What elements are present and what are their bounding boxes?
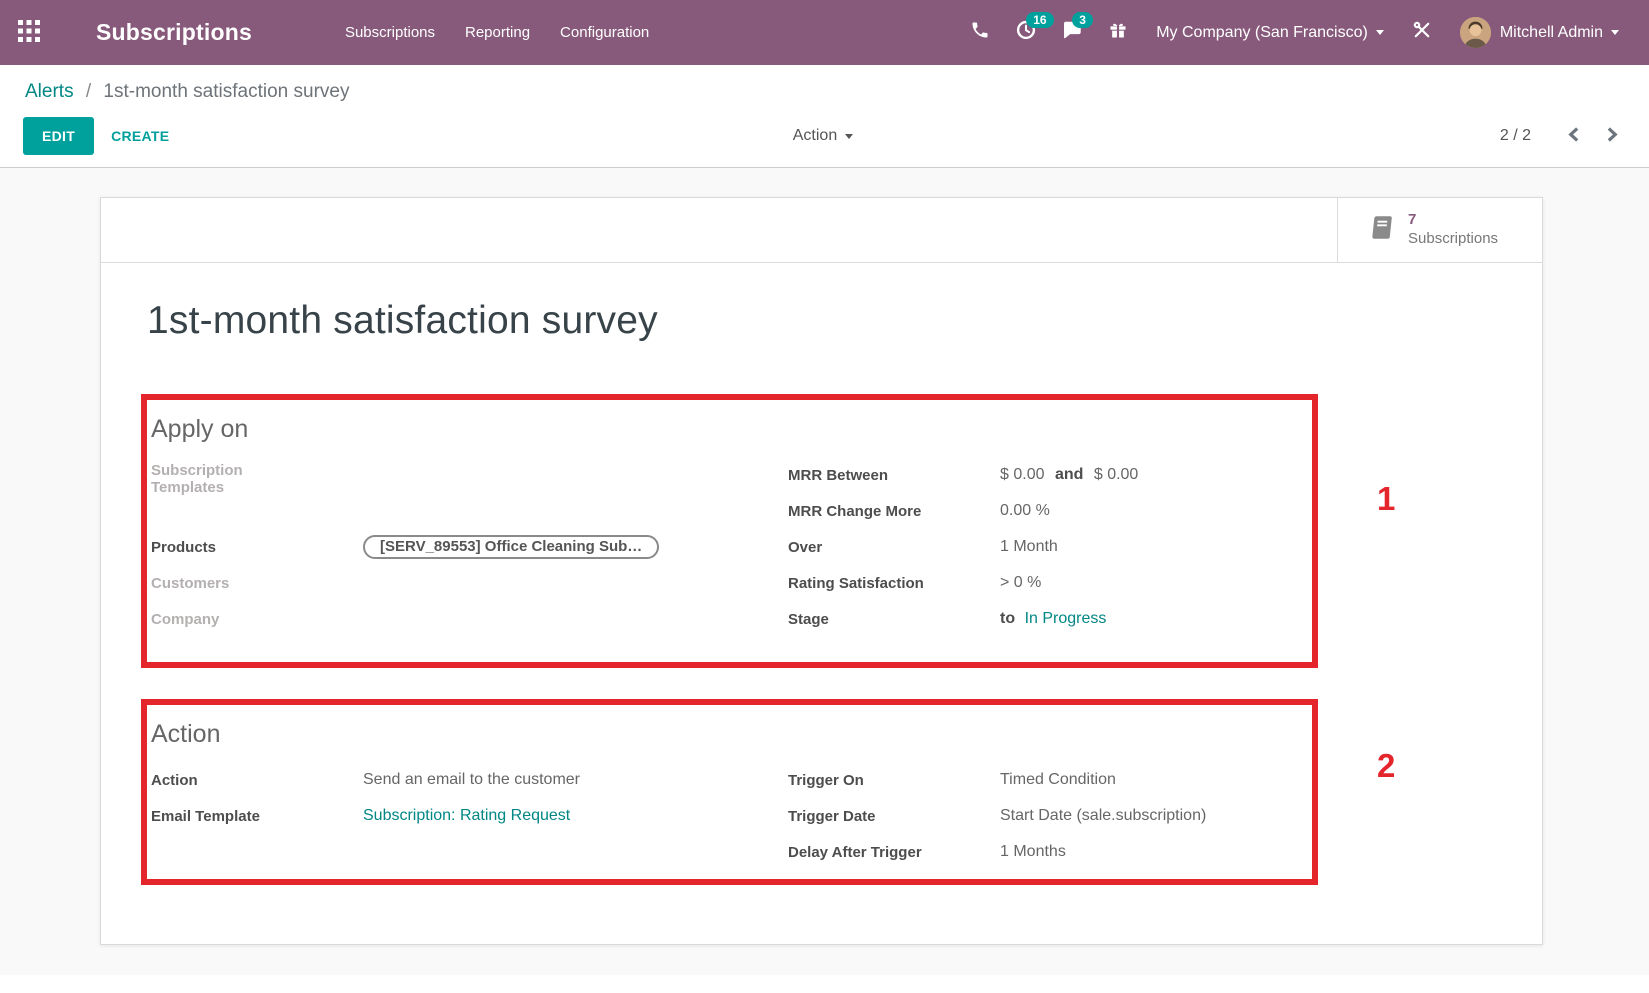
field-value[interactable]: > 0 %	[1000, 574, 1041, 592]
activities-button[interactable]: 16	[1004, 0, 1048, 65]
field-label: Trigger On	[788, 772, 1000, 789]
field-label: Products	[151, 539, 363, 556]
field-label: Company	[151, 611, 363, 628]
gift-icon	[1108, 20, 1128, 45]
annotation-box-2: Action Action Send an email to the custo…	[141, 699, 1318, 885]
pager-counter: 2 / 2	[1500, 127, 1531, 145]
field-label: Rating Satisfaction	[788, 575, 1000, 592]
apps-grid-icon	[18, 20, 40, 45]
action-dropdown-label: Action	[793, 127, 837, 145]
field-label: Email Template	[151, 808, 363, 825]
phone-icon	[970, 20, 990, 45]
messages-badge: 3	[1072, 12, 1093, 28]
breadcrumb-alerts-link[interactable]: Alerts	[25, 81, 74, 102]
stage-prefix: to	[1000, 610, 1020, 627]
field-value[interactable]: Timed Condition	[1000, 771, 1116, 789]
menu-subscriptions[interactable]: Subscriptions	[330, 0, 450, 65]
product-tag[interactable]: [SERV_89553] Office Cleaning Sub…	[363, 535, 659, 559]
app-brand-title: Subscriptions	[96, 19, 252, 46]
field-over: Over 1 Month	[788, 529, 1312, 565]
chevron-down-icon	[1376, 30, 1384, 35]
field-label: Stage	[788, 611, 1000, 628]
user-menu[interactable]: Mitchell Admin	[1446, 0, 1633, 65]
tools-button[interactable]	[1400, 0, 1444, 65]
messages-button[interactable]: 3	[1050, 0, 1094, 65]
field-delay-after-trigger: Delay After Trigger 1 Months	[788, 834, 1312, 870]
pager-previous-button[interactable]	[1563, 123, 1586, 149]
book-icon	[1368, 214, 1395, 246]
field-mrr-between: MRR Between $ 0.00 and $ 0.00	[788, 457, 1312, 493]
stat-button-label: Subscriptions	[1408, 230, 1498, 249]
chevron-left-icon	[1567, 127, 1582, 145]
field-value[interactable]: Send an email to the customer	[363, 771, 580, 789]
field-company: Company	[151, 601, 788, 637]
company-name: My Company (San Francisco)	[1156, 24, 1368, 42]
user-avatar	[1460, 17, 1491, 48]
breadcrumb: Alerts / 1st-month satisfaction survey	[0, 79, 1649, 117]
mrr-min-value: $ 0.00	[1000, 466, 1044, 483]
field-customers: Customers	[151, 565, 788, 601]
gift-button[interactable]	[1096, 0, 1140, 65]
top-navbar: Subscriptions Subscriptions Reporting Co…	[0, 0, 1649, 65]
field-value[interactable]: 1 Months	[1000, 843, 1066, 861]
field-value[interactable]: $ 0.00 and $ 0.00	[1000, 466, 1138, 484]
field-trigger-date: Trigger Date Start Date (sale.subscripti…	[788, 798, 1312, 834]
breadcrumb-separator: /	[79, 81, 98, 102]
field-label: Subscription Templates	[151, 462, 363, 496]
annotation-number-1: 1	[1377, 480, 1395, 518]
annotation-number-2: 2	[1377, 747, 1395, 785]
record-title: 1st-month satisfaction survey	[147, 299, 1542, 343]
tools-icon	[1412, 20, 1432, 45]
field-label: Customers	[151, 575, 363, 592]
email-template-link[interactable]: Subscription: Rating Request	[363, 807, 570, 824]
annotation-box-1: Apply on Subscription Templates Products	[141, 394, 1318, 668]
company-switcher[interactable]: My Company (San Francisco)	[1142, 0, 1398, 65]
apps-menu-button[interactable]	[0, 0, 58, 65]
phone-button[interactable]	[958, 0, 1002, 65]
stat-button-value: 7	[1408, 211, 1498, 230]
menu-reporting[interactable]: Reporting	[450, 0, 545, 65]
field-value[interactable]: 0.00 %	[1000, 502, 1050, 520]
apply-on-heading: Apply on	[151, 415, 1312, 444]
action-heading: Action	[151, 720, 1312, 749]
pager-next-button[interactable]	[1600, 123, 1623, 149]
chevron-right-icon	[1604, 127, 1619, 145]
mrr-max-value: $ 0.00	[1094, 466, 1138, 483]
field-value: to In Progress	[1000, 610, 1106, 628]
action-dropdown[interactable]: Action	[793, 127, 853, 145]
breadcrumb-current: 1st-month satisfaction survey	[103, 81, 349, 102]
field-label: Action	[151, 772, 363, 789]
field-products: Products [SERV_89553] Office Cleaning Su…	[151, 529, 788, 565]
form-header: 7 Subscriptions	[101, 198, 1542, 263]
create-button[interactable]: CREATE	[111, 128, 169, 144]
field-stage: Stage to In Progress	[788, 601, 1312, 637]
stage-link[interactable]: In Progress	[1025, 610, 1107, 627]
field-email-template: Email Template Subscription: Rating Requ…	[151, 798, 788, 834]
control-panel: Alerts / 1st-month satisfaction survey E…	[0, 65, 1649, 168]
edit-button[interactable]: EDIT	[23, 117, 94, 155]
field-label: Trigger Date	[788, 808, 1000, 825]
field-value[interactable]: 1 Month	[1000, 538, 1058, 556]
field-trigger-on: Trigger On Timed Condition	[788, 762, 1312, 798]
field-label: Over	[788, 539, 1000, 556]
user-name: Mitchell Admin	[1500, 24, 1603, 42]
chevron-down-icon	[845, 134, 853, 139]
content-area: 7 Subscriptions 1st-month satisfaction s…	[0, 168, 1649, 975]
field-rating-satisfaction: Rating Satisfaction > 0 %	[788, 565, 1312, 601]
chevron-down-icon	[1611, 30, 1619, 35]
field-subscription-templates: Subscription Templates	[151, 457, 788, 529]
subscriptions-stat-button[interactable]: 7 Subscriptions	[1337, 198, 1542, 262]
form-sheet: 7 Subscriptions 1st-month satisfaction s…	[100, 197, 1543, 945]
field-value[interactable]: Start Date (sale.subscription)	[1000, 807, 1206, 825]
field-label: Delay After Trigger	[788, 844, 1000, 861]
field-action: Action Send an email to the customer	[151, 762, 788, 798]
field-label: MRR Between	[788, 467, 1000, 484]
menu-configuration[interactable]: Configuration	[545, 0, 664, 65]
mrr-conjunction: and	[1049, 466, 1089, 483]
field-label: MRR Change More	[788, 503, 1000, 520]
field-mrr-change-more: MRR Change More 0.00 %	[788, 493, 1312, 529]
